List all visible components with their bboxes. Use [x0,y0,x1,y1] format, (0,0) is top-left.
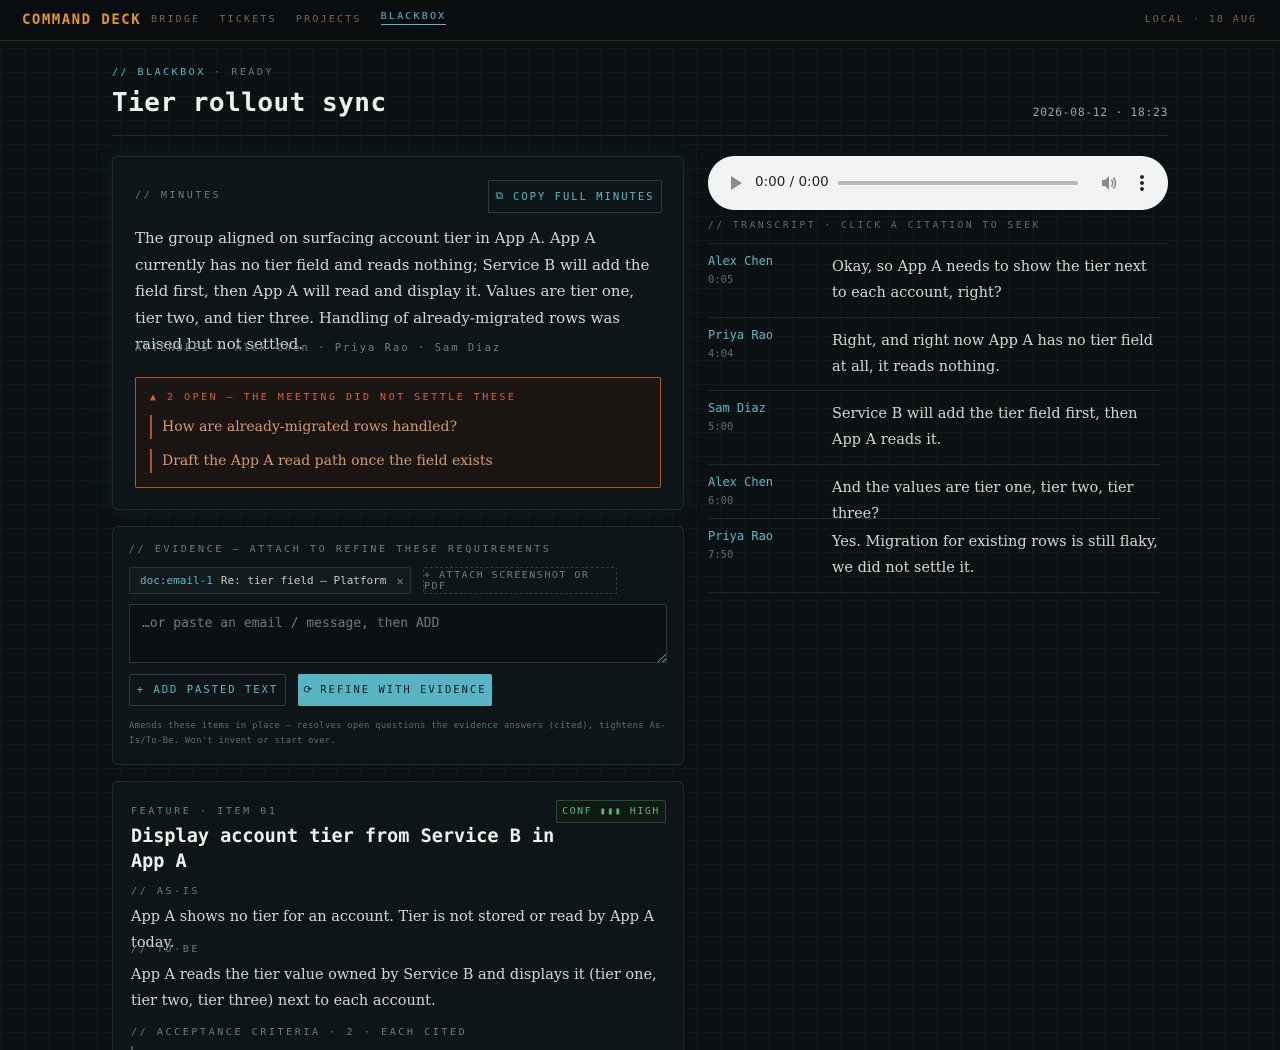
refresh-icon: ⟳ [303,684,315,696]
transcript-entry[interactable]: Alex Chen 0:05 Okay, so App A needs to s… [708,244,1160,318]
transcript-text: Right, and right now App A has no tier f… [832,333,1154,375]
confidence-badge: CONF ▮▮▮ HIGH [556,800,666,823]
transcript-text: Yes. Migration for existing rows is stil… [832,534,1158,576]
transcript-timestamp[interactable]: 6:00 [708,495,733,507]
open-question-item[interactable]: How are already-migrated rows handled? [150,415,457,439]
transcript-label: // TRANSCRIPT · CLICK A CITATION TO SEEK [708,220,1041,231]
transcript-text: Service B will add the tier field first,… [832,406,1138,448]
feature-panel: FEATURE · ITEM 01 CONF ▮▮▮ HIGH Display … [112,781,684,1050]
minutes-label: // MINUTES [135,190,222,201]
add-pasted-text-button[interactable]: + ADD PASTED TEXT [129,674,286,706]
nav-item-blackbox[interactable]: BLACKBOX [380,11,447,25]
more-options-icon[interactable] [1140,174,1144,192]
open-questions-heading: ▲ 2 OPEN — THE MEETING DID NOT SETTLE TH… [150,392,517,403]
local-date: LOCAL · 18 AUG [1144,14,1257,25]
transcript-entry[interactable]: Alex Chen 6:00 And the values are tier o… [708,465,1160,522]
attendees: ATTENDEES · Alex Chen · Priya Rao · Sam … [135,342,502,354]
minutes-summary: The group aligned on surfacing account t… [135,229,650,353]
evidence-chip-id: doc:email-1 [140,574,213,587]
copy-button-label: COPY FULL MINUTES [513,190,655,203]
header-divider [112,135,1168,136]
nav-item-projects[interactable]: PROJECTS [296,14,362,25]
transcript-entry[interactable]: Sam Diaz 5:00 Service B will add the tie… [708,391,1160,465]
as-is-text: App A shows no tier for an account. Tier… [131,909,655,951]
evidence-panel: // EVIDENCE — ATTACH TO REFINE THESE REQ… [112,526,684,765]
main-nav: BRIDGE TICKETS PROJECTS BLACKBOX [151,11,447,25]
transcript-timestamp[interactable]: 7:50 [708,549,733,561]
transcript-timestamp[interactable]: 5:00 [708,421,733,433]
criteria-item-bar [131,1046,133,1050]
open-questions-box: ▲ 2 OPEN — THE MEETING DID NOT SETTLE TH… [135,377,661,488]
resize-handle-icon[interactable] [658,654,666,662]
transcript-text: Okay, so App A needs to show the tier ne… [832,259,1147,301]
transcript-speaker: Alex Chen [708,254,774,268]
breadcrumb-status: · READY [205,67,274,78]
transcript-speaker: Alex Chen [708,475,774,489]
as-is-label: // AS-IS [131,886,200,897]
refine-with-evidence-button[interactable]: ⟳ REFINE WITH EVIDENCE [298,674,492,706]
copy-full-minutes-button[interactable]: ⧉ COPY FULL MINUTES [488,180,662,213]
close-icon[interactable]: ✕ [396,574,403,588]
audio-seek-bar[interactable] [838,181,1078,185]
evidence-label: // EVIDENCE — ATTACH TO REFINE THESE REQ… [129,544,552,555]
transcript-speaker: Priya Rao [708,529,774,543]
transcript-timestamp[interactable]: 0:05 [708,274,733,286]
breadcrumb: // BLACKBOX · READY [112,67,274,78]
feature-label: FEATURE · ITEM 01 [131,806,278,817]
meeting-datetime: 2026-08-12 · 18:23 [1032,105,1168,119]
evidence-chip-name: Re: tier field — Platform [220,574,387,587]
copy-icon: ⧉ [495,190,506,202]
volume-icon[interactable] [1101,175,1118,191]
top-bar: COMMAND DECK BRIDGE TICKETS PROJECTS BLA… [0,0,1280,41]
transcript-speaker: Priya Rao [708,328,774,342]
transcript-timestamp[interactable]: 4:04 [708,348,733,360]
transcript-entry[interactable]: Priya Rao 7:50 Yes. Migration for existi… [708,519,1160,593]
brand-logo[interactable]: COMMAND DECK [22,12,141,28]
minutes-panel: // MINUTES ⧉ COPY FULL MINUTES The group… [112,156,684,510]
play-icon[interactable] [731,176,742,190]
feature-title: Display account tier from Service B in A… [131,826,555,872]
transcript-speaker: Sam Diaz [708,401,766,415]
breadcrumb-section: // BLACKBOX [112,67,206,78]
transcript-entry[interactable]: Priya Rao 4:04 Right, and right now App … [708,318,1160,391]
page-title: Tier rollout sync [112,88,387,118]
audio-time: 0:00 / 0:00 [755,174,829,190]
nav-item-bridge[interactable]: BRIDGE [151,14,200,25]
evidence-note: Amends these items in place — resolves o… [129,721,667,746]
audio-player: 0:00 / 0:00 [708,156,1168,210]
paste-evidence-input[interactable] [129,604,667,663]
evidence-chip[interactable]: doc:email-1 Re: tier field — Platform ✕ [129,567,411,594]
to-be-label: // TO-BE [131,944,200,955]
refine-button-label: REFINE WITH EVIDENCE [320,684,487,696]
to-be-text: App A reads the tier value owned by Serv… [131,967,657,1009]
nav-item-tickets[interactable]: TICKETS [219,14,277,25]
acceptance-criteria-label: // ACCEPTANCE CRITERIA · 2 · EACH CITED [131,1027,468,1038]
open-question-item[interactable]: Draft the App A read path once the field… [150,449,493,473]
attach-screenshot-button[interactable]: + ATTACH SCREENSHOT OR PDF [423,567,617,594]
